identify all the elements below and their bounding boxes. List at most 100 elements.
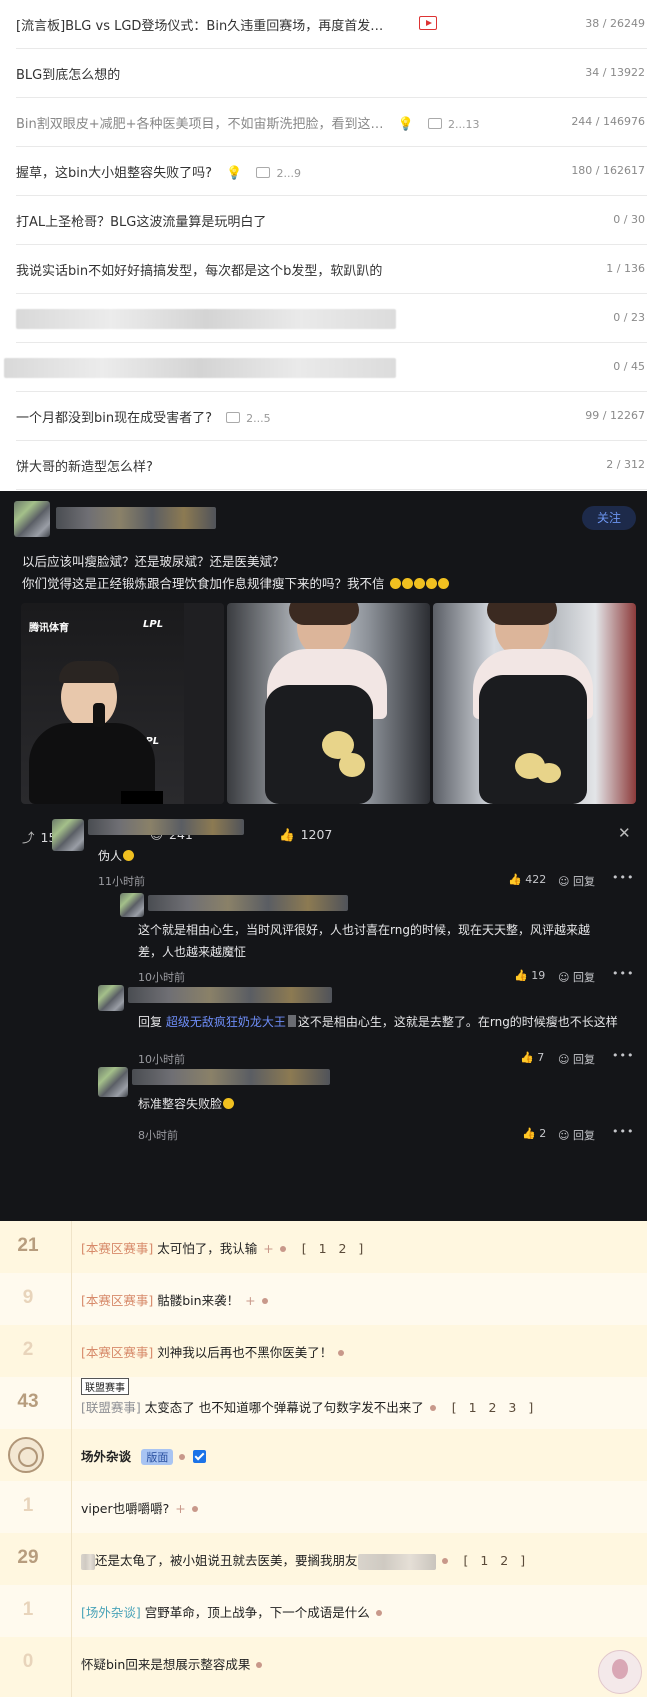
thread-tag[interactable]: [场外杂谈]	[81, 1605, 141, 1620]
divider	[71, 1533, 72, 1585]
dot-icon	[179, 1454, 186, 1460]
dot-icon	[279, 1246, 286, 1252]
comment-reply[interactable]: ☺ 回复	[558, 969, 595, 985]
commenter-avatar[interactable]	[120, 893, 144, 917]
thread-title[interactable]: BLG到底怎么想的	[16, 64, 120, 83]
thread-line[interactable]: [本赛区赛事] 刘神我以后再也不黑你医美了！	[81, 1342, 345, 1361]
author-name[interactable]	[56, 507, 216, 529]
thread-title[interactable]: 刘神我以后再也不黑你医美了！	[157, 1345, 332, 1360]
thread-stats: 244 / 146976	[571, 115, 645, 128]
comment-like[interactable]: 👍 422	[508, 873, 546, 886]
redacted-char	[287, 1015, 296, 1027]
comment-text: 伪人	[98, 847, 135, 864]
thread-pages[interactable]: [ 1 2 ]	[302, 1241, 368, 1256]
commenter-avatar[interactable]	[52, 819, 84, 851]
thread-pages[interactable]: [ 1 2 3 ]	[452, 1400, 538, 1415]
post-text-line: 以后应该叫瘦脸斌？还是玻尿斌？还是医美斌？	[22, 554, 285, 569]
thread-row[interactable]: [流言板]BLG vs LGD登场仪式：Bin久违重回赛场，再度首发… 38 /…	[16, 0, 647, 49]
thread-line[interactable]: viper也嚼嚼嚼? +	[81, 1498, 198, 1517]
thread-title[interactable]: viper也嚼嚼嚼?	[81, 1501, 169, 1516]
commenter-name[interactable]	[132, 1069, 330, 1085]
microphone	[93, 703, 105, 727]
board-name[interactable]: 场外杂谈	[81, 1449, 131, 1464]
thread-row[interactable]: 21 [本赛区赛事] 太可怕了，我认输 + [ 1 2 ]	[0, 1221, 647, 1273]
thread-row[interactable]: 0 怀疑bin回来是想展示整容成果	[0, 1637, 647, 1697]
comment-reply[interactable]: ☺ 回复	[558, 1051, 595, 1067]
comment-reply[interactable]: ☺ 回复	[558, 873, 595, 889]
thread-title[interactable]: 打AL上圣枪哥？BLG这波流量算是玩明白了	[16, 211, 266, 230]
thread-line[interactable]: [本赛区赛事] 太可怕了，我认输 + [ 1 2 ]	[81, 1238, 367, 1257]
thread-line[interactable]: 怀疑bin回来是想展示整容成果	[81, 1654, 263, 1673]
redacted-text	[357, 1553, 436, 1570]
more-icon[interactable]: •••	[612, 1125, 634, 1138]
thread-title[interactable]: 我说实话bin不如好好搞搞发型，每次都是这个b发型，软趴趴的	[16, 260, 382, 279]
thread-row[interactable]: BLG到底怎么想的 34 / 13922	[16, 49, 647, 98]
thread-title[interactable]: 太可怕了，我认输	[157, 1241, 257, 1256]
close-icon[interactable]: ✕	[618, 824, 631, 842]
checkbox[interactable]	[193, 1450, 207, 1463]
thread-row[interactable]: 0 / 45	[4, 343, 647, 392]
thread-pager[interactable]: 2...13	[428, 118, 480, 131]
thread-row[interactable]: 1 viper也嚼嚼嚼? +	[0, 1481, 647, 1533]
author-avatar[interactable]	[14, 501, 50, 537]
thread-title[interactable]: 还是太龟了，被小姐说丑就去医美，要搁我朋友	[95, 1553, 358, 1568]
mention-link[interactable]: 超级无敌疯狂奶龙大王	[166, 1015, 286, 1029]
commenter-name[interactable]	[88, 819, 244, 835]
thread-title[interactable]: 饼大哥的新造型怎么样?	[16, 456, 153, 475]
comment-like[interactable]: 👍 2	[522, 1127, 546, 1140]
like-action[interactable]: 👍 1207	[279, 827, 332, 843]
comment-like[interactable]: 👍 19	[514, 969, 545, 982]
comment-like[interactable]: 👍 7	[520, 1051, 544, 1064]
reply-count: 0	[22, 1651, 34, 1672]
post-photo[interactable]: 腾讯体育 LPL LPL	[21, 603, 224, 804]
thread-tag[interactable]: [联盟赛事]	[81, 1400, 141, 1415]
thread-row[interactable]: 2 [本赛区赛事] 刘神我以后再也不黑你医美了！	[0, 1325, 647, 1377]
thread-title[interactable]: [流言板]BLG vs LGD登场仪式：Bin久违重回赛场，再度首发…	[16, 15, 383, 34]
thread-title[interactable]: 骷髅bin来袭！	[157, 1293, 239, 1308]
more-icon[interactable]: •••	[612, 871, 634, 884]
thread-row[interactable]: 1 [场外杂谈] 宫野革命，顶上战争，下一个成语是什么	[0, 1585, 647, 1637]
board-header-row[interactable]: 场外杂谈 版面	[0, 1429, 647, 1481]
thread-tag[interactable]: [本赛区赛事]	[81, 1293, 153, 1308]
commenter-avatar[interactable]	[98, 985, 124, 1011]
post-photo[interactable]	[433, 603, 636, 804]
thread-line[interactable]: [本赛区赛事] 骷髅bin来袭！ +	[81, 1290, 268, 1309]
commenter-name[interactable]	[128, 987, 332, 1003]
thread-title[interactable]: 一个月都没到bin现在成受害者了? 2...5	[16, 407, 271, 426]
thread-title[interactable]: 宫野革命，顶上战争，下一个成语是什么	[145, 1605, 370, 1620]
commenter-avatar[interactable]	[98, 1067, 128, 1097]
thread-tag[interactable]: [本赛区赛事]	[81, 1241, 153, 1256]
thread-line[interactable]: 还是太龟了，被小姐说丑就去医美，要搁我朋友 [ 1 2 ]	[81, 1550, 529, 1570]
thread-title[interactable]: 太变态了 也不知道哪个弹幕说了句数字发不出来了	[145, 1400, 424, 1415]
thread-row[interactable]: 9 [本赛区赛事] 骷髅bin来袭！ +	[0, 1273, 647, 1325]
post-photo[interactable]	[227, 603, 430, 804]
backpack	[479, 675, 587, 804]
more-icon[interactable]: •••	[612, 1049, 634, 1062]
thread-row[interactable]: Bin割双眼皮+减肥+各种医美项目，不如宙斯洗把脸，看到这… 💡 2...13 …	[16, 98, 647, 147]
thread-row[interactable]: 握草，这bin大小姐整容失败了吗? 💡 2...9 180 / 162617	[16, 147, 647, 196]
thread-row[interactable]: 29 还是太龟了，被小姐说丑就去医美，要搁我朋友 [ 1 2 ]	[0, 1533, 647, 1585]
thread-pages[interactable]: [ 1 2 ]	[464, 1553, 530, 1568]
commenter-name[interactable]	[148, 895, 348, 911]
thread-title[interactable]: 怀疑bin回来是想展示整容成果	[81, 1657, 250, 1672]
thread-row[interactable]: 0 / 23	[16, 294, 647, 343]
thread-line[interactable]: [联盟赛事] 太变态了 也不知道哪个弹幕说了句数字发不出来了 [ 1 2 3 ]	[81, 1397, 537, 1416]
thread-title[interactable]: Bin割双眼皮+减肥+各种医美项目，不如宙斯洗把脸，看到这… 💡 2...13	[16, 113, 480, 132]
forum-thread-list: [流言板]BLG vs LGD登场仪式：Bin久违重回赛场，再度首发… 38 /…	[0, 0, 647, 491]
thread-row[interactable]: 我说实话bin不如好好搞搞发型，每次都是这个b发型，软趴趴的 1 / 136	[16, 245, 647, 294]
thread-line[interactable]: [场外杂谈] 宫野革命，顶上战争，下一个成语是什么	[81, 1602, 382, 1621]
backpack	[265, 685, 373, 804]
thread-row[interactable]: 打AL上圣枪哥？BLG这波流量算是玩明白了 0 / 30	[16, 196, 647, 245]
thread-pager[interactable]: 2...5	[226, 412, 271, 425]
board-line[interactable]: 场外杂谈 版面	[81, 1446, 207, 1465]
emoji-icon	[223, 1098, 235, 1109]
more-icon[interactable]: •••	[612, 967, 634, 980]
comment-reply[interactable]: ☺ 回复	[558, 1127, 595, 1143]
thread-tag[interactable]: [本赛区赛事]	[81, 1345, 153, 1360]
thread-row[interactable]: 饼大哥的新造型怎么样? 2 / 312	[16, 441, 647, 490]
thread-title[interactable]: 握草，这bin大小姐整容失败了吗? 💡 2...9	[16, 162, 301, 181]
thread-row[interactable]: 一个月都没到bin现在成受害者了? 2...5 99 / 12267	[16, 392, 647, 441]
thread-row[interactable]: 43 联盟赛事 [联盟赛事] 太变态了 也不知道哪个弹幕说了句数字发不出来了 […	[0, 1377, 647, 1429]
follow-button[interactable]: 关注	[582, 506, 636, 530]
thread-pager[interactable]: 2...9	[256, 167, 301, 180]
